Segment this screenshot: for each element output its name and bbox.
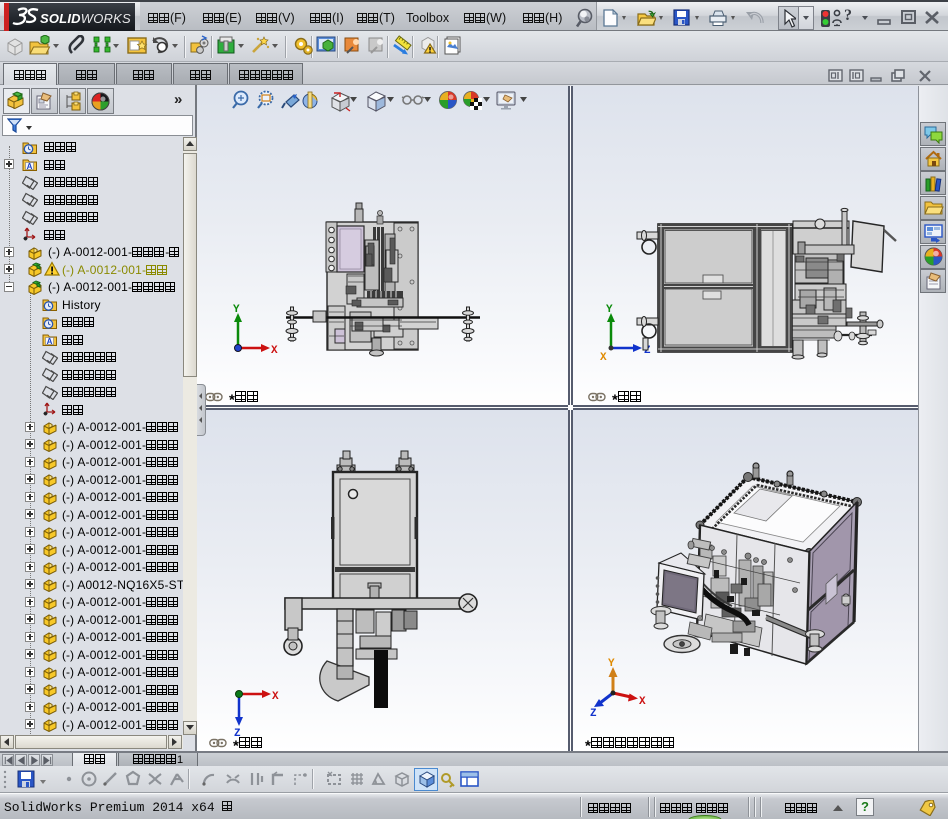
svg-text:A: A	[47, 337, 53, 346]
svg-text:A: A	[27, 162, 33, 171]
